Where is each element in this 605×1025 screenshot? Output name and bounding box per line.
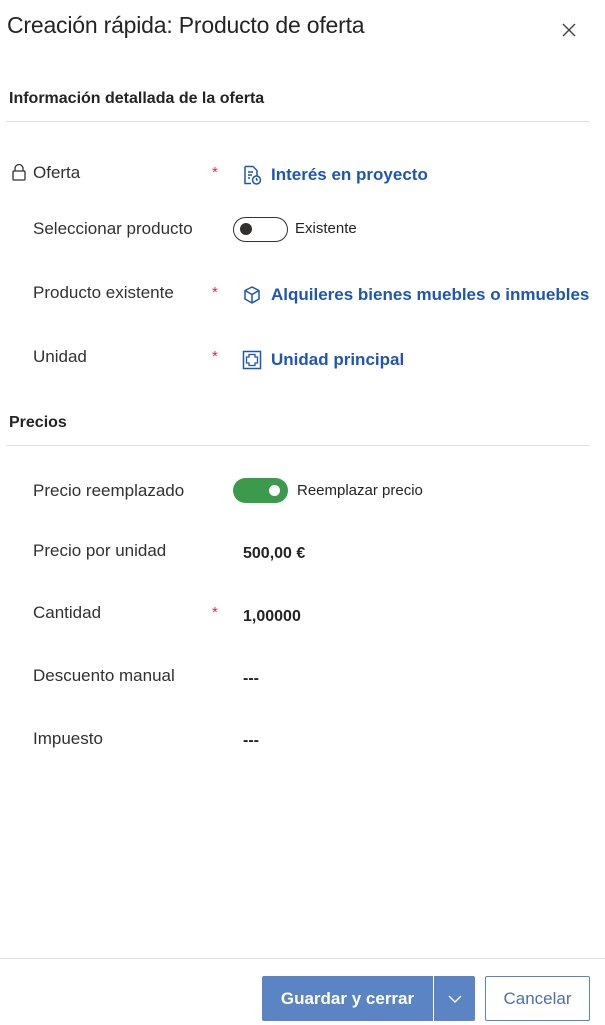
product-cube-icon — [244, 286, 260, 304]
close-button[interactable] — [556, 17, 582, 43]
lock-icon — [12, 163, 26, 181]
toggle-precio-reemplazado[interactable] — [233, 478, 288, 503]
required-marker: * — [212, 284, 218, 301]
section-divider — [6, 121, 590, 122]
dialog-header: Creación rápida: Producto de oferta — [0, 0, 605, 60]
lookup-oferta-value: Interés en proyecto — [271, 165, 428, 184]
field-label-impuesto: Impuesto — [33, 729, 103, 748]
toggle-seleccionar-producto[interactable] — [233, 217, 288, 242]
lookup-unidad[interactable]: Unidad principal — [242, 350, 404, 370]
lookup-producto-existente-value: Alquileres bienes muebles o inmuebles — [271, 285, 590, 304]
required-marker: * — [212, 164, 218, 181]
field-label-precio-reemplazado: Precio reemplazado — [33, 481, 185, 500]
chevron-down-icon — [448, 995, 461, 1003]
quote-document-icon — [244, 165, 262, 185]
field-label-oferta: Oferta — [33, 163, 81, 182]
field-label-cantidad: Cantidad — [33, 603, 102, 622]
lookup-producto-existente[interactable]: Alquileres bienes muebles o inmuebles — [242, 285, 589, 305]
section-title-details: Información detallada de la oferta — [9, 90, 265, 107]
toggle-text-reemplazar-precio: Reemplazar precio — [297, 482, 423, 499]
value-precio-por-unidad[interactable]: 500,00 € — [243, 545, 305, 563]
unit-icon — [242, 350, 262, 370]
value-descuento-manual[interactable]: --- — [243, 670, 259, 688]
value-impuesto[interactable]: --- — [243, 732, 259, 750]
value-cantidad[interactable]: 1,00000 — [243, 608, 301, 626]
save-options-button[interactable] — [434, 976, 475, 1021]
section-title-precios: Precios — [9, 414, 67, 431]
field-label-descuento-manual: Descuento manual — [33, 666, 175, 685]
cancel-button[interactable]: Cancelar — [485, 976, 590, 1021]
footer-divider — [0, 958, 605, 959]
required-marker: * — [212, 348, 218, 365]
save-and-close-button[interactable]: Guardar y cerrar — [262, 976, 433, 1021]
close-icon — [562, 23, 576, 37]
lookup-oferta[interactable]: Interés en proyecto — [242, 165, 428, 185]
required-marker: * — [212, 604, 218, 621]
lookup-unidad-value: Unidad principal — [271, 350, 405, 369]
toggle-knob — [269, 485, 280, 496]
toggle-text-existente: Existente — [295, 220, 357, 237]
field-label-unidad: Unidad — [33, 347, 87, 366]
dialog-title: Creación rápida: Producto de oferta — [7, 12, 365, 38]
section-divider — [6, 445, 590, 446]
field-label-seleccionar-producto: Seleccionar producto — [33, 219, 193, 238]
field-label-precio-por-unidad: Precio por unidad — [33, 541, 167, 560]
toggle-knob — [240, 223, 252, 235]
field-label-producto-existente: Producto existente — [33, 283, 174, 302]
